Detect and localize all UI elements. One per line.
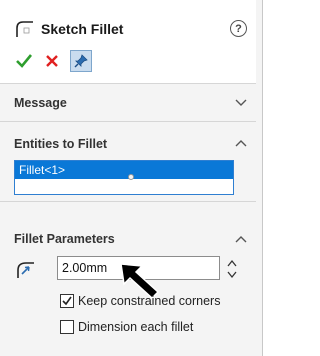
dimension-each-fillet-checkbox[interactable] [60,320,74,334]
entities-section: Entities to Fillet Fillet<1> [0,122,256,202]
checkmark-icon [62,296,72,306]
spinner-arrows-icon[interactable] [226,258,238,280]
message-section-header[interactable]: Message [14,96,67,110]
pin-button[interactable] [70,50,92,72]
help-icon[interactable]: ? [230,20,247,37]
keep-constrained-corners-option[interactable]: Keep constrained corners [60,294,220,308]
panel-title: Sketch Fillet [41,21,124,37]
resize-handle[interactable] [128,174,134,180]
panel-header: Sketch Fillet ? [0,0,256,84]
checkbox-label: Keep constrained corners [78,294,221,308]
fillet-parameters-section: Fillet Parameters 2.00mm Keep constraine… [0,202,256,356]
keep-constrained-corners-checkbox[interactable] [60,294,74,308]
checkbox-label: Dimension each fillet [78,320,194,334]
property-manager-panel: Sketch Fillet ? Message Entities to Fill… [0,0,263,356]
chevron-up-icon[interactable] [235,235,247,243]
fillet-parameters-header[interactable]: Fillet Parameters [14,232,115,246]
title-row: Sketch Fillet [14,18,123,40]
entities-section-header[interactable]: Entities to Fillet [14,137,107,151]
cancel-button[interactable] [42,50,62,72]
chevron-up-icon[interactable] [235,139,247,147]
sketch-fillet-icon [14,19,36,39]
chevron-down-icon[interactable] [235,99,247,107]
entities-listbox[interactable]: Fillet<1> [14,160,234,195]
pushpin-icon [74,54,88,68]
list-item[interactable]: Fillet<1> [15,161,233,179]
fillet-radius-icon [17,262,34,278]
ok-button[interactable] [14,50,34,72]
action-buttons [14,50,92,72]
checkmark-icon [16,54,33,68]
close-icon [46,55,58,67]
dimension-each-fillet-option[interactable]: Dimension each fillet [60,320,193,334]
message-section: Message [0,84,256,122]
